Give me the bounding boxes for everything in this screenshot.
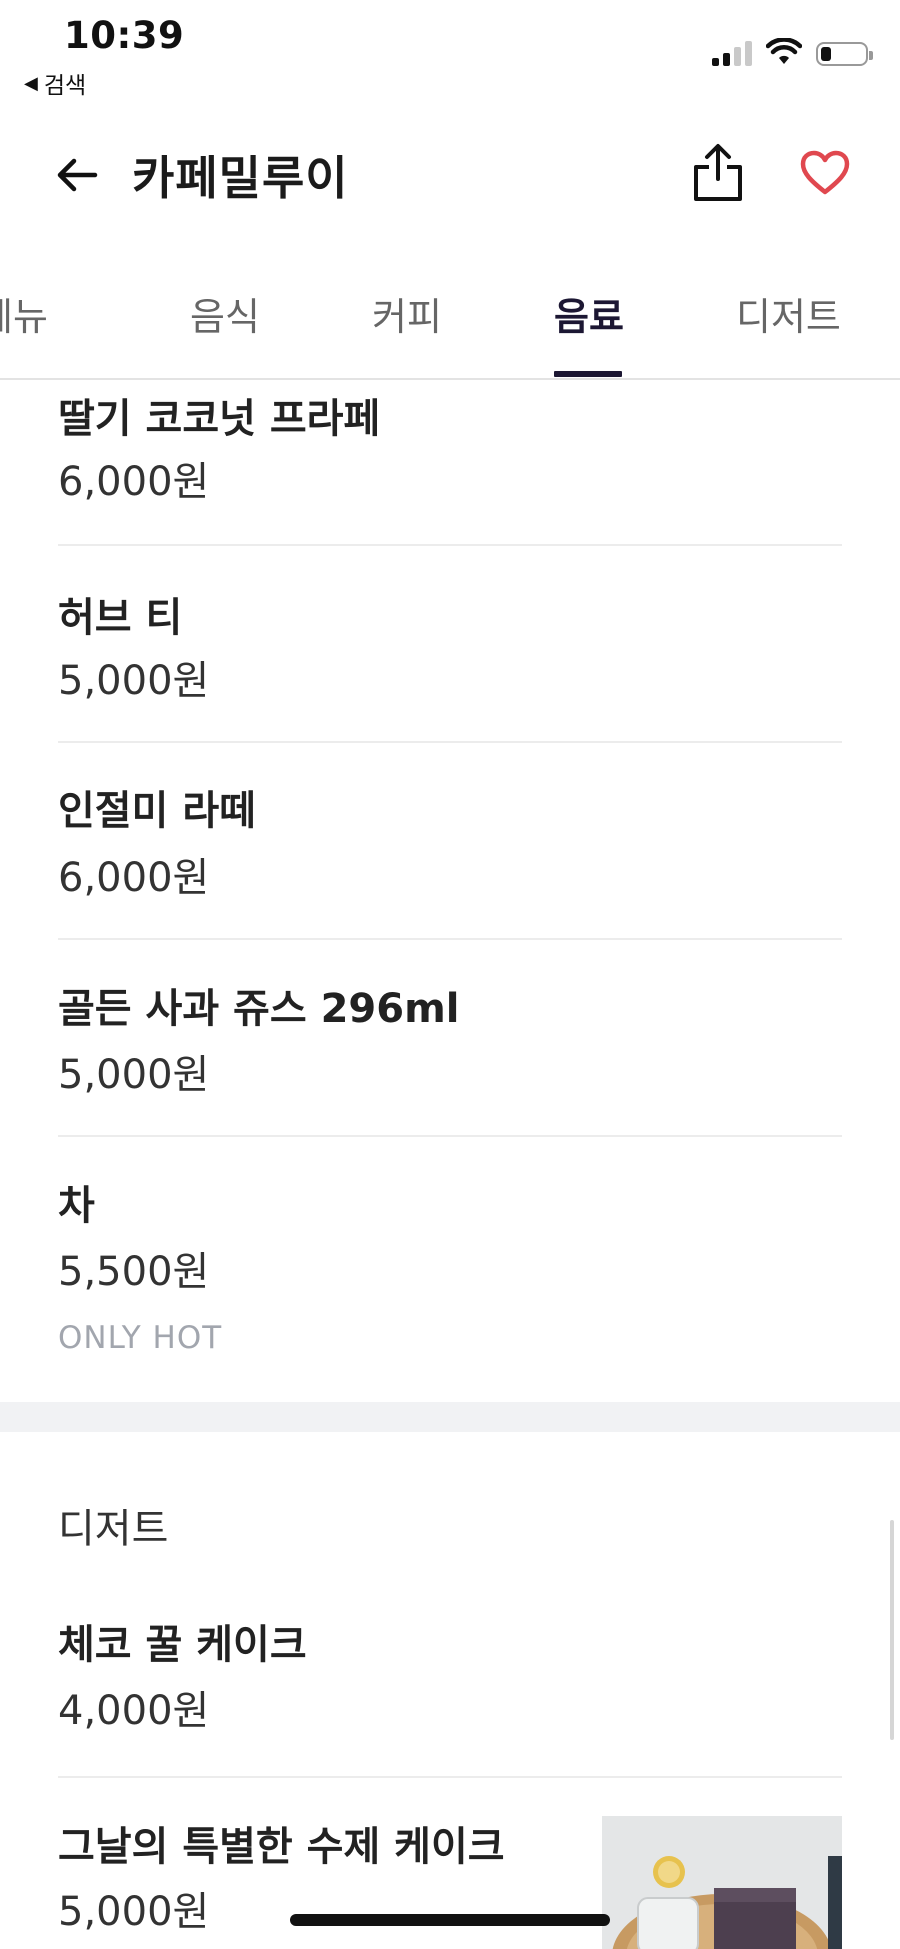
menu-item-price: 5,000원: [58, 1889, 210, 1935]
cake-photo[interactable]: [602, 1816, 842, 1949]
status-icons: [712, 38, 873, 66]
tab-drinks[interactable]: 음료: [554, 286, 624, 341]
status-back-link[interactable]: ◀ 검색: [24, 66, 86, 100]
menu-item-name: 딸기 코코넛 프라페: [58, 396, 381, 442]
menu-item-note: ONLY HOT: [58, 1320, 223, 1356]
signal-icon: [712, 40, 752, 66]
cake-image: [602, 1816, 842, 1949]
category-tabs: 메뉴 음식 커피 음료 디저트: [0, 270, 900, 380]
menu-item-price: 5,500원: [58, 1249, 210, 1295]
heart-icon: [800, 150, 850, 195]
favorite-button[interactable]: [796, 144, 854, 202]
menu-item[interactable]: 차 5,500원 ONLY HOT: [58, 1135, 842, 1402]
wifi-icon: [766, 38, 802, 64]
menu-item[interactable]: 딸기 코코넛 프라페 6,000원: [58, 378, 842, 546]
menu-item-price: 6,000원: [58, 459, 210, 505]
menu-item-name: 그날의 특별한 수제 케이크: [58, 1824, 505, 1870]
tab-food[interactable]: 음식: [190, 286, 260, 341]
page-title: 카페밀루이: [132, 151, 349, 205]
status-back-label: 검색: [43, 73, 87, 99]
menu-item-price: 5,000원: [58, 658, 210, 704]
menu-item-name: 체코 꿀 케이크: [58, 1622, 307, 1668]
triangle-left-icon: ◀: [24, 72, 38, 94]
tab-coffee[interactable]: 커피: [372, 286, 442, 341]
menu-item[interactable]: 체코 꿀 케이크 4,000원: [58, 1590, 842, 1778]
share-icon: [694, 144, 742, 201]
menu-item-name: 차: [58, 1183, 95, 1229]
menu-item-name: 허브 티: [58, 595, 183, 641]
section-title-dessert: 디저트: [58, 1506, 169, 1552]
share-button[interactable]: [690, 140, 746, 206]
menu-item[interactable]: 허브 티 5,000원: [58, 544, 842, 743]
tab-menu[interactable]: 메뉴: [0, 286, 48, 341]
arrow-left-icon: [57, 158, 98, 192]
home-indicator[interactable]: [290, 1914, 610, 1926]
status-time: 10:39: [64, 14, 185, 57]
menu-item-price: 4,000원: [58, 1688, 210, 1734]
menu-item[interactable]: 골든 사과 쥬스 296ml 5,000원: [58, 938, 842, 1137]
section-divider: [0, 1402, 900, 1432]
scroll-indicator[interactable]: [890, 1520, 894, 1740]
back-button[interactable]: [50, 148, 104, 202]
menu-item[interactable]: 인절미 라떼 6,000원: [58, 741, 842, 940]
menu-item-price: 5,000원: [58, 1052, 210, 1098]
menu-item-price: 6,000원: [58, 855, 210, 901]
battery-icon: [816, 42, 873, 66]
tab-dessert[interactable]: 디저트: [736, 286, 841, 341]
active-tab-indicator: [554, 371, 622, 377]
header: 카페밀루이: [0, 120, 900, 230]
menu-item-name: 인절미 라떼: [58, 788, 256, 834]
menu-item-name: 골든 사과 쥬스 296ml: [58, 986, 460, 1032]
